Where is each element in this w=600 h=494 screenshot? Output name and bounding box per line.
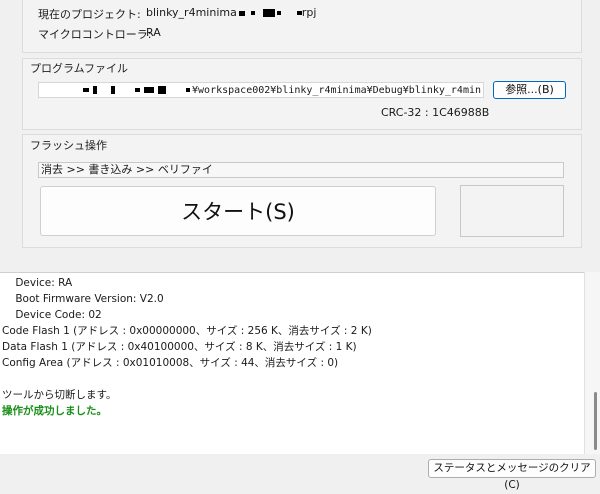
clear-status-button[interactable]: ステータスとメッセージのクリア(C)	[428, 459, 596, 491]
microcontroller-value: RA	[146, 26, 161, 39]
redaction-mark	[262, 9, 275, 17]
start-button[interactable]: スタート(S)	[40, 186, 436, 236]
redaction-mark	[135, 88, 141, 92]
microcontroller-label: マイクロコントローラ:	[38, 28, 152, 41]
redaction-mark	[276, 11, 281, 15]
log-line: Boot Firmware Version: V2.0	[2, 293, 164, 305]
redaction-mark	[186, 88, 191, 92]
log-line: Device Code: 02	[2, 309, 102, 321]
redaction-mark	[158, 86, 167, 94]
scrollbar-thumb[interactable]	[594, 392, 597, 450]
redaction-mark	[144, 87, 155, 93]
log-line: Device: RA	[2, 277, 73, 289]
log-line: Config Area (アドレス : 0x01010008、サイズ : 44、…	[2, 357, 339, 369]
current-project-value: blinky_r4minima rpj	[146, 6, 317, 19]
redaction-mark	[238, 10, 245, 16]
browse-button[interactable]: 参照...(B)	[493, 81, 566, 99]
redaction-mark	[111, 86, 116, 94]
program-file-title: プログラムファイル	[30, 62, 129, 75]
result-indicator	[460, 185, 564, 237]
flash-operation-select[interactable]: 消去 >> 書き込み >> ベリファイ	[38, 162, 564, 178]
redaction-mark	[250, 11, 255, 15]
redaction-mark	[93, 86, 98, 94]
message-log[interactable]: Device: RA Boot Firmware Version: V2.0 D…	[0, 272, 584, 455]
log-line: Data Flash 1 (アドレス : 0x40100000、サイズ : 8 …	[2, 341, 357, 353]
log-scrollbar[interactable]	[584, 272, 600, 454]
log-line: ツールから切断します。	[2, 389, 117, 401]
crc-value: CRC-32 : 1C46988B	[381, 106, 490, 119]
log-line: Code Flash 1 (アドレス : 0x00000000、サイズ : 25…	[2, 325, 372, 337]
current-project-label: 現在のプロジェクト:	[38, 8, 141, 21]
redaction-mark	[83, 88, 90, 92]
program-file-path[interactable]: ¥workspace002¥blinky_r4minima¥Debug¥blin…	[38, 82, 484, 98]
log-success-line: 操作が成功しました。	[2, 405, 107, 417]
flash-operation-title: フラッシュ操作	[30, 139, 107, 152]
main-panel: 現在のプロジェクト: blinky_r4minima rpj マイクロコントローラ…	[0, 0, 600, 262]
